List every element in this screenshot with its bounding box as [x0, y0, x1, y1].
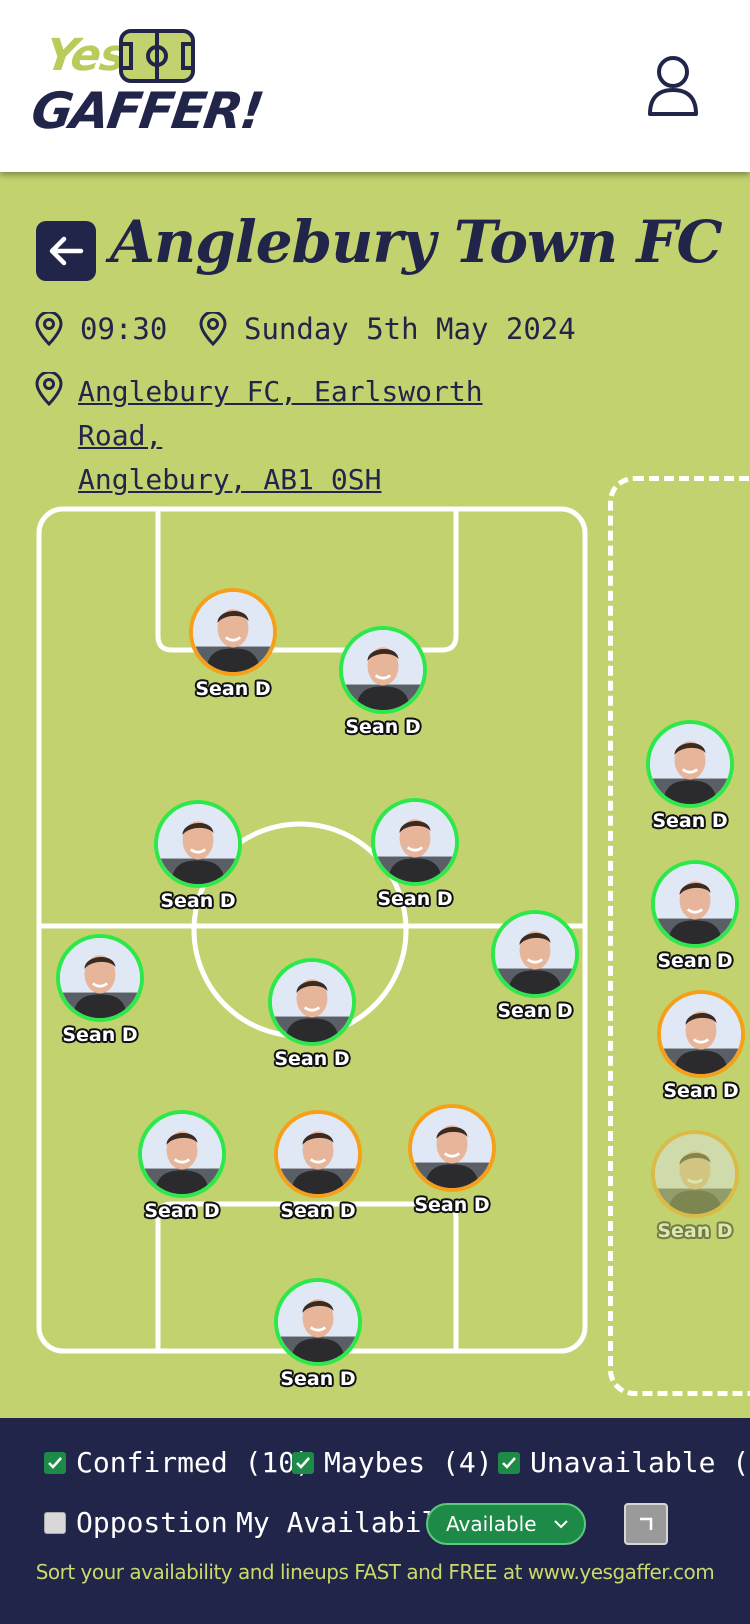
filter-confirmed[interactable]: Confirmed (10): [44, 1446, 312, 1479]
player-photo-icon: [655, 864, 735, 944]
venue-address-link[interactable]: Anglebury FC, Earlsworth Road, Anglebury…: [78, 370, 498, 502]
player-photo-icon: [655, 1134, 735, 1214]
player-name: Sean D: [144, 1200, 220, 1222]
player-token[interactable]: Sean D: [132, 1110, 232, 1222]
bench-player-token[interactable]: Sean D: [651, 990, 750, 1102]
player-avatar: [274, 1278, 362, 1366]
location-pin-icon: [199, 312, 227, 346]
location-pin-icon: [35, 372, 63, 406]
promo-text[interactable]: Sort your availability and lineups FAST …: [0, 1560, 750, 1584]
player-avatar: [657, 990, 745, 1078]
availability-select[interactable]: Available: [426, 1503, 586, 1545]
player-name: Sean D: [280, 1368, 356, 1390]
user-icon[interactable]: [646, 52, 700, 118]
checkbox-checked-icon[interactable]: [292, 1451, 314, 1474]
player-photo-icon: [661, 994, 741, 1074]
player-name: Sean D: [652, 810, 728, 832]
player-name: Sean D: [663, 1080, 739, 1102]
bench-player-token-unavailable[interactable]: Sean D: [645, 1130, 745, 1242]
bench-player-token[interactable]: Sean D: [645, 860, 745, 972]
address-line-2: Anglebury, AB1 0SH: [78, 463, 382, 496]
player-token[interactable]: Sean D: [402, 1104, 502, 1216]
checkbox-checked-icon[interactable]: [44, 1451, 66, 1474]
top-bar: Yes GAFFER!: [0, 0, 750, 172]
player-photo-icon: [272, 962, 352, 1042]
player-token[interactable]: Sean D: [50, 934, 150, 1046]
player-name: Sean D: [280, 1200, 356, 1222]
player-name: Sean D: [160, 890, 236, 912]
player-avatar: [651, 860, 739, 948]
checkbox-checked-icon[interactable]: [498, 1451, 520, 1474]
player-avatar: [274, 1110, 362, 1198]
player-avatar: [189, 588, 277, 676]
player-avatar: [268, 958, 356, 1046]
player-token[interactable]: Sean D: [148, 800, 248, 912]
kickoff-time: 09:30: [34, 312, 167, 346]
yes-gaffer-logo[interactable]: Yes GAFFER!: [28, 22, 266, 152]
corner-toggle-button[interactable]: [624, 1503, 668, 1545]
time-text: 09:30: [80, 312, 168, 346]
maybes-label: Maybes (4): [324, 1446, 493, 1479]
page-title: Anglebury Town FC: [110, 208, 723, 276]
player-photo-icon: [343, 630, 423, 710]
pitch-logo-icon: [119, 29, 195, 83]
logo-gaffer-text: GAFFER!: [27, 82, 266, 140]
player-photo-icon: [412, 1108, 492, 1188]
player-photo-icon: [278, 1114, 358, 1194]
location-pin-icon: [35, 312, 63, 346]
player-name: Sean D: [377, 888, 453, 910]
confirmed-label: Confirmed (10): [76, 1446, 313, 1479]
player-name: Sean D: [497, 1000, 573, 1022]
logo-yes-text: Yes: [42, 30, 129, 81]
player-name: Sean D: [62, 1024, 138, 1046]
player-token[interactable]: Sean D: [268, 1278, 368, 1390]
bench-player-token[interactable]: Sean D: [640, 720, 740, 832]
player-token[interactable]: Sean D: [183, 588, 283, 700]
player-token[interactable]: Sean D: [365, 798, 465, 910]
player-avatar: [56, 934, 144, 1022]
player-token[interactable]: Sean D: [268, 1110, 368, 1222]
player-name: Sean D: [195, 678, 271, 700]
player-name: Sean D: [657, 950, 733, 972]
player-token[interactable]: Sean D: [485, 910, 585, 1022]
checkbox-unchecked-icon[interactable]: [44, 1511, 66, 1534]
chevron-down-icon: [554, 1520, 568, 1529]
player-avatar: [491, 910, 579, 998]
player-avatar: [408, 1104, 496, 1192]
player-photo-icon: [142, 1114, 222, 1194]
player-photo-icon: [193, 592, 273, 672]
player-avatar: [371, 798, 459, 886]
availability-value: Available: [446, 1512, 537, 1536]
corner-icon: [640, 1517, 653, 1530]
player-token[interactable]: Sean D: [262, 958, 362, 1070]
filter-opposition[interactable]: Oppostion: [44, 1506, 228, 1539]
match-date: Sunday 5th May 2024: [198, 312, 576, 346]
back-button[interactable]: [36, 221, 96, 281]
player-avatar: [646, 720, 734, 808]
date-text: Sunday 5th May 2024: [244, 312, 576, 346]
filter-unavailable[interactable]: Unavailable (1): [498, 1446, 750, 1479]
player-name: Sean D: [414, 1194, 490, 1216]
player-photo-icon: [158, 804, 238, 884]
address-line-1: Anglebury FC, Earlsworth Road,: [78, 375, 483, 452]
player-name: Sean D: [657, 1220, 733, 1242]
player-photo-icon: [375, 802, 455, 882]
player-avatar: [138, 1110, 226, 1198]
player-photo-icon: [60, 938, 140, 1018]
player-avatar: [154, 800, 242, 888]
player-photo-icon: [495, 914, 575, 994]
player-token[interactable]: Sean D: [333, 626, 433, 738]
player-photo-icon: [278, 1282, 358, 1362]
opposition-label: Oppostion: [76, 1506, 228, 1539]
player-name: Sean D: [345, 716, 421, 738]
player-name: Sean D: [274, 1048, 350, 1070]
venue-pin: [34, 372, 80, 406]
player-photo-icon: [650, 724, 730, 804]
arrow-left-icon: [49, 236, 84, 266]
player-avatar: [651, 1130, 739, 1218]
filter-maybes[interactable]: Maybes (4): [292, 1446, 493, 1479]
player-avatar: [339, 626, 427, 714]
unavailable-label: Unavailable (1): [530, 1446, 750, 1479]
